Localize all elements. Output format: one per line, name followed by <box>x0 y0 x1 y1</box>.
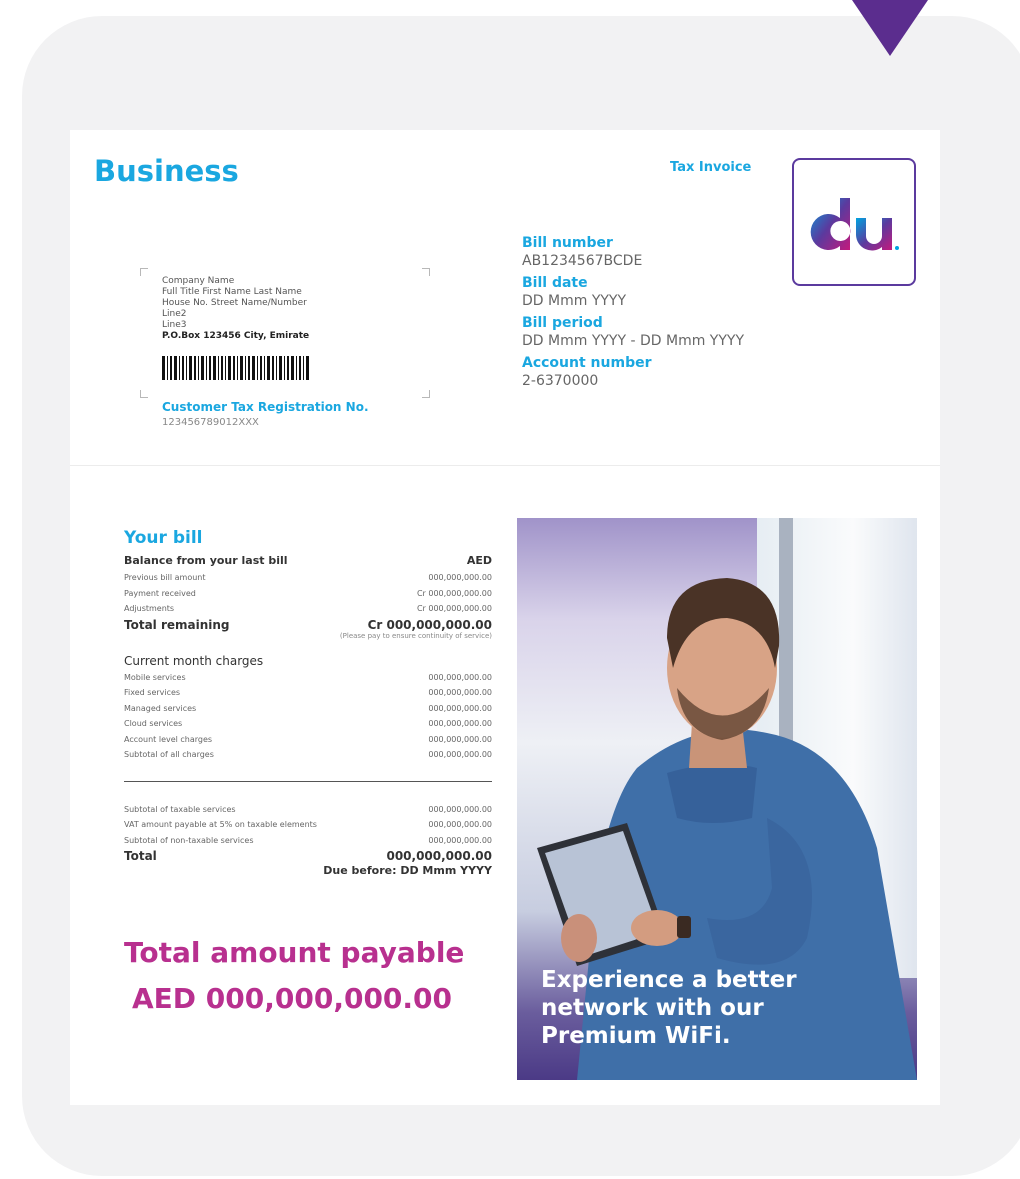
bill-line-label: Adjustments <box>124 604 175 613</box>
address-lines: Company Name Full Title First Name Last … <box>162 276 309 342</box>
address-line: Full Title First Name Last Name <box>162 287 302 297</box>
bill-line-label: Fixed services <box>124 688 181 697</box>
bill-line-row: Mobile services 000,000,000.00 <box>124 670 492 686</box>
promo-caption-line: Premium WiFi. <box>541 1023 731 1049</box>
promo-caption: Experience a better network with our Pre… <box>541 966 901 1050</box>
total-value: 000,000,000.00 <box>386 849 492 863</box>
bill-line-row: Managed services 000,000,000.00 <box>124 701 492 717</box>
brand-title: Business <box>94 154 239 188</box>
continuity-note: (Please pay to ensure continuity of serv… <box>339 631 492 640</box>
bill-line-value: 000,000,000.00 <box>428 734 492 744</box>
bill-line-row: Subtotal of non-taxable services 000,000… <box>124 833 492 849</box>
bill-line-value: Cr 000,000,000.00 <box>416 604 492 613</box>
balance-header-row: Balance from your last bill AED <box>124 554 492 567</box>
total-payable-label: Total amount payable <box>124 936 465 969</box>
address-block: Company Name Full Title First Name Last … <box>140 268 430 398</box>
bill-line-label: Previous bill amount <box>124 573 206 582</box>
bill-line-value: 000,000,000.00 <box>428 719 492 728</box>
tax-registration-value: 123456789012XXX <box>162 417 259 428</box>
bill-line-label: Subtotal of taxable services <box>124 804 236 814</box>
bill-line-value: 000,000,000.00 <box>428 820 492 829</box>
promo-image: Experience a better network with our Pre… <box>517 518 917 1080</box>
bill-line-label: Mobile services <box>124 672 186 682</box>
bill-line-value: Cr 000,000,000.00 <box>416 588 492 598</box>
bill-line-value: 000,000,000.00 <box>428 835 492 845</box>
crop-mark <box>140 390 148 398</box>
balance-header-label: Balance from your last bill <box>124 554 288 567</box>
address-line: House No. Street Name/Number <box>162 298 307 308</box>
bill-period-value: DD Mmm YYYY - DD Mmm YYYY <box>522 333 744 349</box>
crop-mark <box>422 268 430 276</box>
account-number-value: 2-6370000 <box>522 373 599 389</box>
total-payable-value: AED 000,000,000.00 <box>132 982 453 1015</box>
bill-line-value: 000,000,000.00 <box>428 750 492 759</box>
crop-mark <box>140 268 148 276</box>
barcode-image <box>162 356 309 380</box>
bill-date-label: Bill date <box>522 275 588 291</box>
bill-line-label: Payment received <box>124 588 196 598</box>
bill-line-row: Previous bill amount 000,000,000.00 <box>124 570 492 586</box>
address-line: Line2 <box>162 309 187 319</box>
summary-rule <box>124 780 492 782</box>
bill-line-value: 000,000,000.00 <box>428 804 492 814</box>
promo-caption-line: network with our <box>541 995 764 1021</box>
bill-line-row: Account level charges 000,000,000.00 <box>124 732 492 748</box>
account-number-label: Account number <box>522 355 652 371</box>
bill-meta: Bill number AB1234567BCDE Bill date DD M… <box>522 234 822 394</box>
po-box-line: P.O.Box 123456 City, Emirate <box>162 331 310 341</box>
address-line: Company Name <box>162 276 235 286</box>
bill-line-label: Account level charges <box>124 734 213 744</box>
total-label: Total <box>124 849 157 863</box>
bill-line-row: Subtotal of all charges 000,000,000.00 <box>124 747 492 763</box>
bill-line-row: Cloud services 000,000,000.00 <box>124 716 492 732</box>
bill-line-value: 000,000,000.00 <box>428 672 492 682</box>
doc-type-label: Tax Invoice <box>670 160 752 175</box>
bill-line-row: Adjustments Cr 000,000,000.00 <box>124 601 492 617</box>
bill-line-label: Managed services <box>124 703 197 713</box>
your-bill-section: Your bill Balance from your last bill AE… <box>124 528 492 877</box>
bill-number-value: AB1234567BCDE <box>522 253 643 269</box>
bill-date-value: DD Mmm YYYY <box>522 293 627 309</box>
bill-line-label: Subtotal of all charges <box>124 750 214 759</box>
your-bill-title: Your bill <box>124 528 203 548</box>
due-before: Due before: DD Mmm YYYY <box>323 864 492 877</box>
bill-line-value: 000,000,000.00 <box>428 573 492 582</box>
crop-mark <box>422 390 430 398</box>
bill-period-label: Bill period <box>522 315 603 331</box>
bill-line-row: Payment received Cr 000,000,000.00 <box>124 586 492 602</box>
section-divider <box>70 465 940 466</box>
bill-line-label: Subtotal of non-taxable services <box>124 835 254 845</box>
total-row: Total 000,000,000.00 <box>124 849 492 863</box>
tax-registration-label: Customer Tax Registration No. <box>162 400 369 414</box>
total-remaining-label: Total remaining <box>124 617 230 632</box>
bill-line-row: Fixed services 000,000,000.00 <box>124 685 492 701</box>
total-remaining-value: Cr 000,000,000.00 <box>367 617 492 632</box>
bill-line-value: 000,000,000.00 <box>428 688 492 697</box>
bill-line-row: Subtotal of taxable services 000,000,000… <box>124 802 492 818</box>
address-line: Line3 <box>162 320 187 330</box>
bill-line-label: VAT amount payable at 5% on taxable elem… <box>124 820 317 829</box>
du-logo-icon <box>810 198 899 251</box>
current-charges-header: Current month charges <box>124 653 264 668</box>
bill-number-label: Bill number <box>522 235 613 251</box>
pointer-triangle <box>852 0 928 56</box>
invoice-sheet: Business Tax Invoice du Company Name Ful… <box>70 130 940 1105</box>
bill-line-label: Cloud services <box>124 719 183 728</box>
bill-line-value: 000,000,000.00 <box>428 703 492 713</box>
total-remaining-row: Total remaining Cr 000,000,000.00 <box>124 618 492 632</box>
bill-line-row: VAT amount payable at 5% on taxable elem… <box>124 817 492 833</box>
currency-label: AED <box>466 554 492 567</box>
promo-caption-line: Experience a better <box>541 967 797 993</box>
